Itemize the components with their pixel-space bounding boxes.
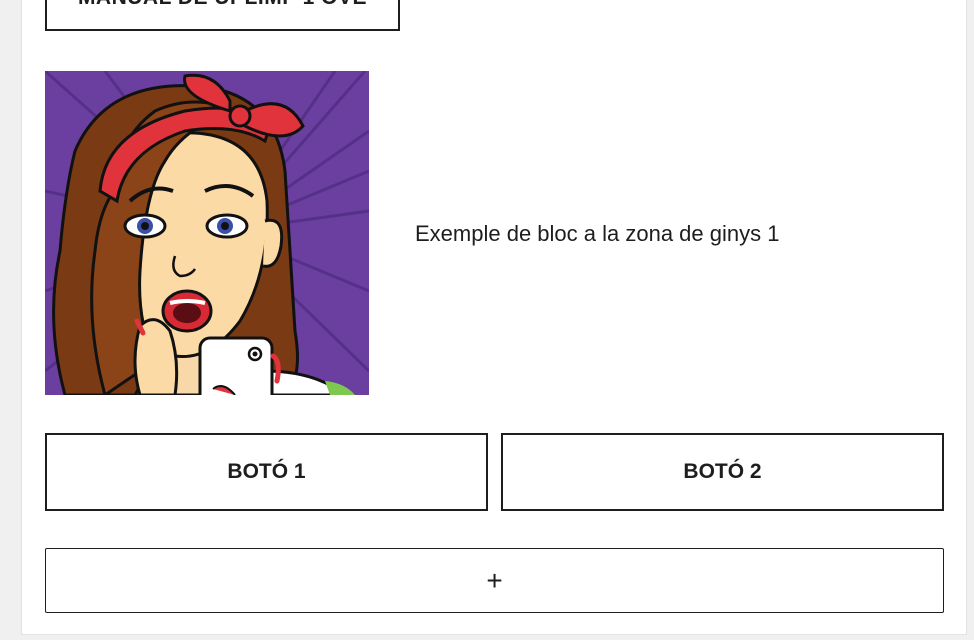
button-2-label: BOTÓ 2 [683,460,762,483]
top-button[interactable]: MANUAL DE UPLIMP 1 OVE [45,0,400,31]
plus-icon: + [486,564,503,596]
pop-art-illustration [45,71,369,395]
button-1-label: BOTÓ 1 [227,460,306,483]
button-1[interactable]: BOTÓ 1 [45,433,488,511]
pop-art-image [45,71,369,395]
add-block-button[interactable]: + [45,548,944,613]
widget-caption: Exemple de bloc a la zona de ginys 1 [415,221,780,246]
top-button-label: MANUAL DE UPLIMP 1 OVE [78,0,367,10]
button-2[interactable]: BOTÓ 2 [501,433,944,511]
